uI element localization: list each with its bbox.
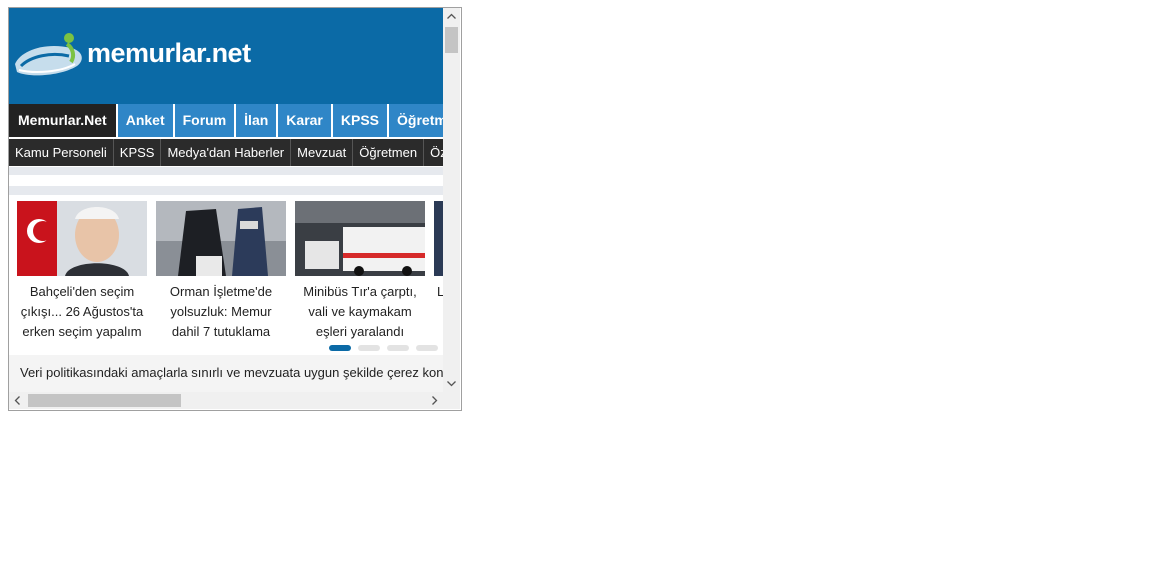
nav-item-memurlar-net[interactable]: Memurlar.Net — [9, 104, 116, 137]
chevron-down-icon[interactable] — [443, 375, 460, 392]
news-caption[interactable]: Bahçeli'den seçim çıkışı... 26 Ağustos't… — [17, 282, 147, 342]
subnav-item-ogretmen[interactable]: Öğretmen — [353, 139, 425, 166]
slider-dot[interactable] — [329, 345, 351, 351]
nav-item-forum[interactable]: Forum — [174, 104, 235, 137]
nav-item-ilan[interactable]: İlan — [236, 104, 277, 137]
nav-item-karar[interactable]: Karar — [278, 104, 331, 137]
site-header: memurlar.net — [9, 8, 443, 104]
nav-item-ogretmen[interactable]: Öğretmen — [389, 104, 443, 137]
nav-item-anket[interactable]: Anket — [117, 104, 173, 137]
horizontal-scroll-thumb[interactable] — [28, 394, 181, 407]
vertical-scroll-thumb[interactable] — [445, 27, 458, 53]
chevron-right-icon[interactable] — [426, 392, 443, 409]
chevron-left-icon[interactable] — [9, 392, 26, 409]
news-caption[interactable]: Orman İşletme'de yolsuzluk: Memur dahil … — [156, 282, 286, 342]
news-caption[interactable]: L — [434, 282, 443, 302]
slider-dot[interactable] — [358, 345, 380, 351]
news-card[interactable]: Orman İşletme'de yolsuzluk: Memur dahil … — [156, 201, 286, 342]
browser-window: memurlar.net Memurlar.Net Anket Forum İl… — [8, 7, 462, 411]
divider-stripe — [9, 167, 443, 175]
page-viewport: memurlar.net Memurlar.Net Anket Forum İl… — [9, 8, 443, 392]
slider-dot[interactable] — [387, 345, 409, 351]
logo-text: memurlar.net — [87, 38, 251, 68]
nav-item-kpss[interactable]: KPSS — [332, 104, 388, 137]
news-photo[interactable] — [434, 201, 443, 276]
subnav-item-kamu-personeli[interactable]: Kamu Personeli — [9, 139, 114, 166]
primary-nav: Memurlar.Net Anket Forum İlan Karar KPSS… — [9, 104, 443, 137]
site-logo[interactable]: memurlar.net — [11, 30, 271, 80]
slider-pagination — [329, 345, 438, 351]
portrait-photo[interactable] — [17, 201, 147, 276]
cookie-notice-text: Veri politikasındaki amaçlarla sınırlı v… — [20, 365, 443, 380]
news-card[interactable]: Minibüs Tır'a çarptı, vali ve kaymakam e… — [295, 201, 425, 342]
ambulance-photo[interactable] — [295, 201, 425, 276]
secondary-nav: Kamu Personeli KPSS Medya'dan Haberler M… — [9, 139, 443, 166]
slider-dot[interactable] — [416, 345, 438, 351]
scrollbar-corner — [443, 392, 460, 409]
news-card[interactable]: L — [434, 201, 443, 302]
vertical-scrollbar[interactable] — [443, 8, 460, 392]
news-card[interactable]: Bahçeli'den seçim çıkışı... 26 Ağustos't… — [17, 201, 147, 342]
chevron-up-icon[interactable] — [443, 8, 460, 25]
subnav-item-medyadan-haberler[interactable]: Medya'dan Haberler — [161, 139, 292, 166]
subnav-item-ozel[interactable]: Özel — [424, 139, 443, 166]
divider-stripe — [9, 186, 443, 195]
logo-swoosh-icon — [15, 33, 82, 76]
news-caption[interactable]: Minibüs Tır'a çarptı, vali ve kaymakam e… — [295, 282, 425, 342]
subnav-item-mevzuat[interactable]: Mevzuat — [291, 139, 354, 166]
police-photo[interactable] — [156, 201, 286, 276]
horizontal-scrollbar[interactable] — [9, 392, 443, 409]
cookie-notice: Veri politikasındaki amaçlarla sınırlı v… — [9, 355, 443, 392]
subnav-item-kpss[interactable]: KPSS — [114, 139, 162, 166]
